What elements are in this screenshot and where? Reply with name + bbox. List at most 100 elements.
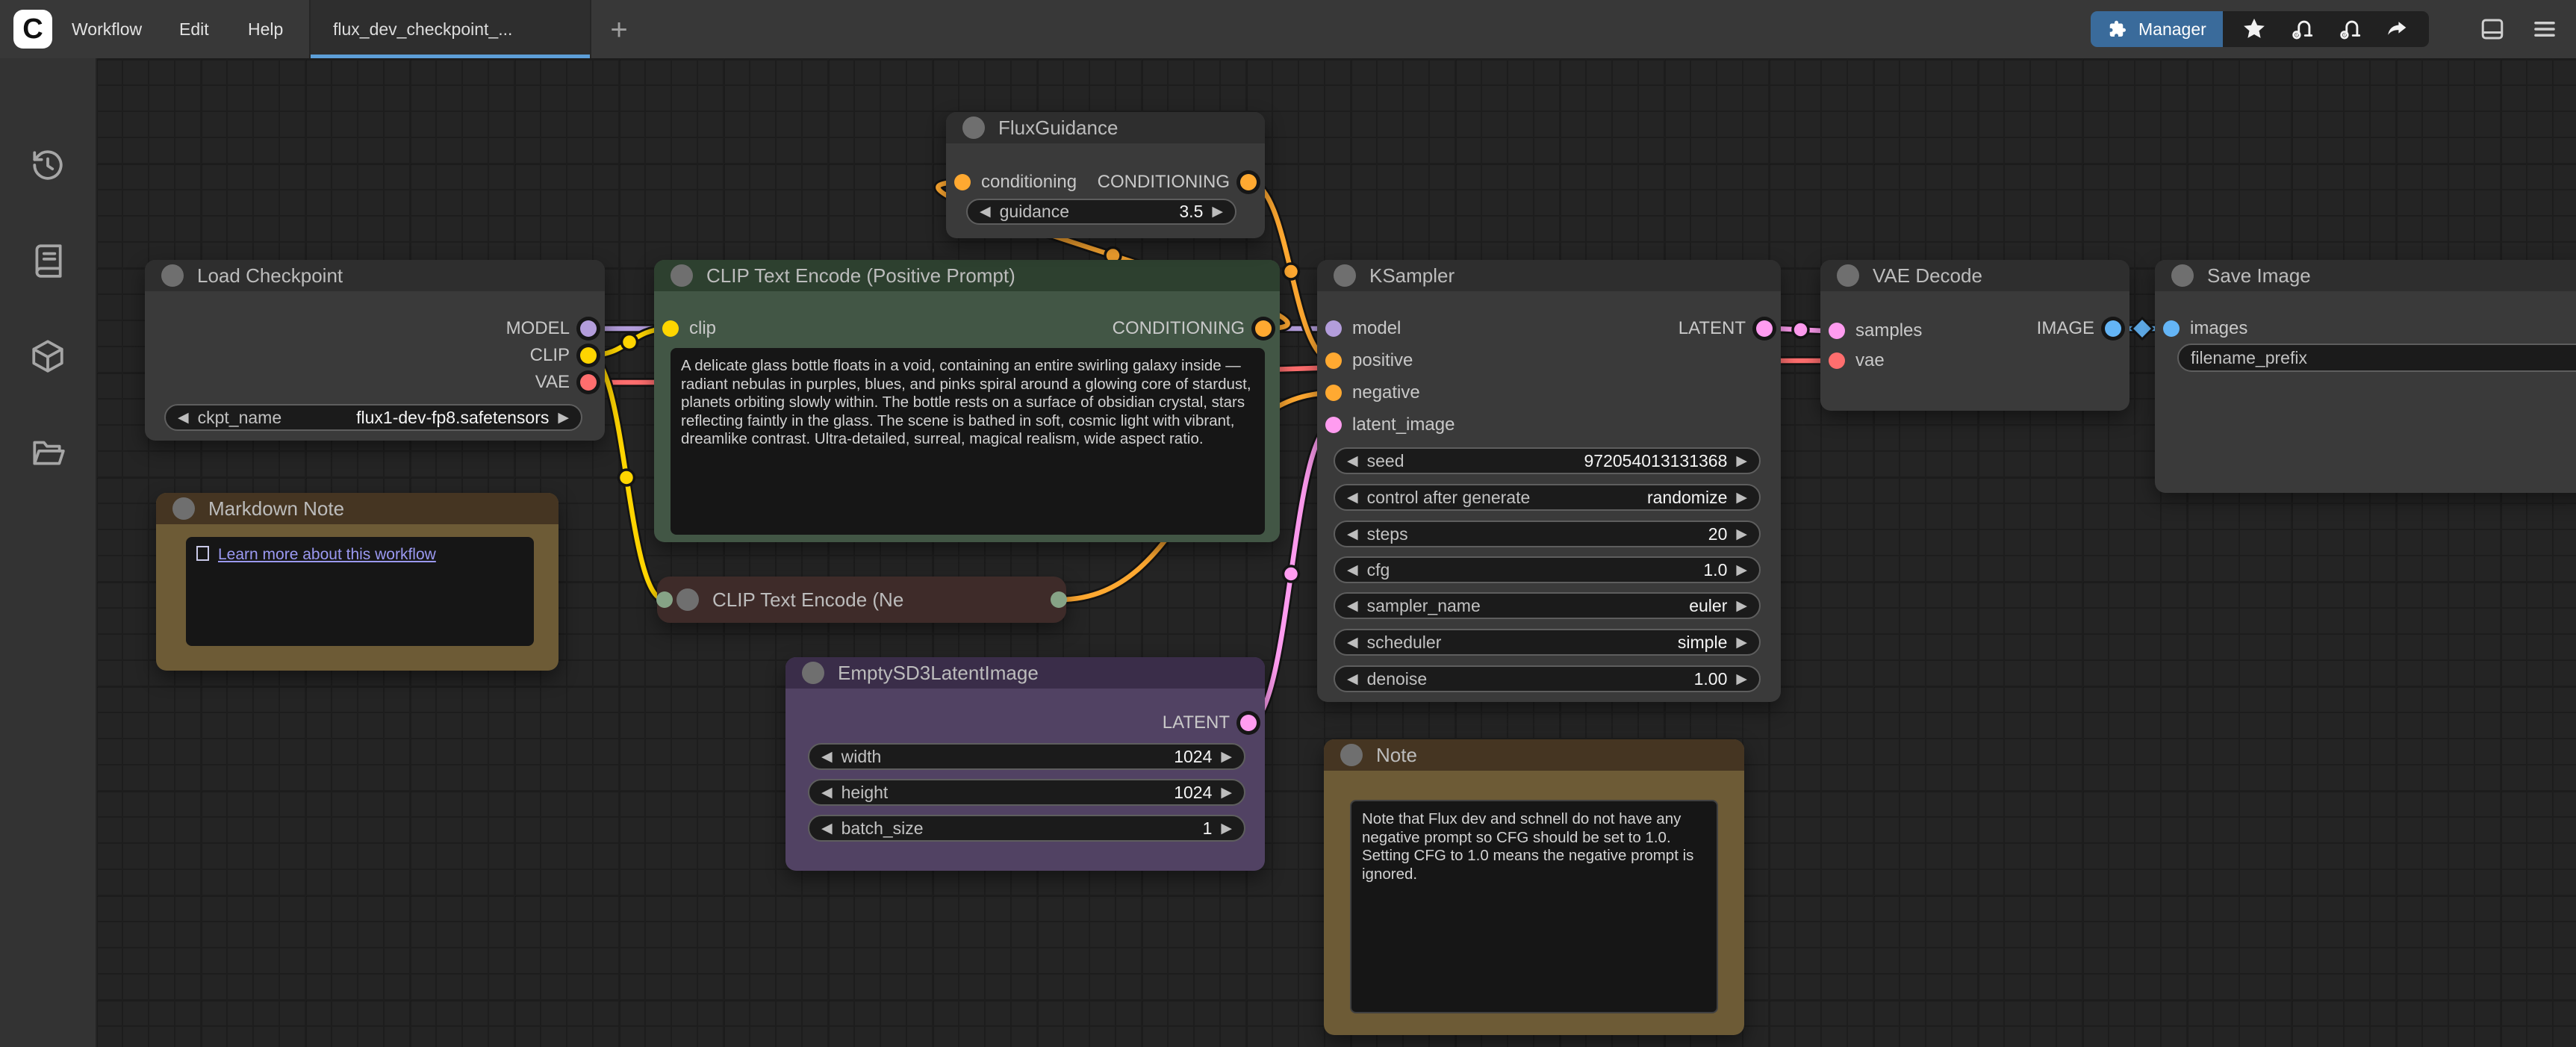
- history-icon[interactable]: [29, 146, 66, 184]
- link-midpoint-dot[interactable]: [1284, 566, 1299, 582]
- widget-decrement-arrow[interactable]: ◀: [821, 821, 833, 836]
- widget-steps[interactable]: ◀steps20▶: [1334, 521, 1761, 547]
- node-clip-text-encode-negative[interactable]: CLIP Text Encode (Ne: [657, 577, 1066, 623]
- node-save-image[interactable]: Save Image imagesfilename_prefix: [2155, 260, 2576, 493]
- widget-increment-arrow[interactable]: ▶: [1736, 563, 1747, 577]
- widget-scheduler[interactable]: ◀schedulersimple▶: [1334, 629, 1761, 656]
- collapsed-output-dot[interactable]: [1051, 591, 1067, 608]
- output-dot-image[interactable]: [2105, 320, 2121, 337]
- vacuum-icon[interactable]: [2326, 11, 2374, 47]
- workflow-help-link[interactable]: Learn more about this workflow: [218, 546, 436, 563]
- menu-help[interactable]: Help: [248, 0, 283, 58]
- input-slot-model[interactable]: model: [1325, 315, 1401, 342]
- workflow-tab[interactable]: flux_dev_checkpoint_...: [309, 0, 591, 58]
- node-clip-text-encode-positive[interactable]: CLIP Text Encode (Positive Prompt) clip CO…: [654, 260, 1280, 542]
- input-slot-positive[interactable]: positive: [1325, 347, 1413, 374]
- widget-increment-arrow[interactable]: ▶: [1221, 821, 1232, 836]
- star-icon[interactable]: [2230, 11, 2278, 47]
- node-markdown-note[interactable]: Markdown Note Learn more about this workf…: [156, 493, 559, 671]
- input-slot-conditioning[interactable]: conditioning: [954, 169, 1077, 196]
- vacuum-icon[interactable]: [2278, 11, 2326, 47]
- widget-height[interactable]: ◀height1024▶: [808, 779, 1245, 806]
- widget-decrement-arrow[interactable]: ◀: [1347, 527, 1358, 541]
- widget-increment-arrow[interactable]: ▶: [1736, 491, 1747, 505]
- widget-increment-arrow[interactable]: ▶: [1736, 599, 1747, 613]
- menu-edit[interactable]: Edit: [179, 0, 209, 58]
- input-dot-vae[interactable]: [1829, 352, 1845, 369]
- output-dot-conditioning[interactable]: [1240, 174, 1257, 190]
- widget-decrement-arrow[interactable]: ◀: [1347, 454, 1358, 468]
- output-slot-conditioning[interactable]: CONDITIONING: [1113, 315, 1272, 342]
- output-slot-latent[interactable]: LATENT: [1163, 709, 1257, 736]
- node-header[interactable]: Markdown Note: [156, 493, 559, 524]
- input-dot-conditioning[interactable]: [1325, 385, 1342, 401]
- comfyui-logo-icon[interactable]: C: [13, 10, 52, 49]
- output-slot-model[interactable]: MODEL: [506, 315, 597, 342]
- widget-increment-arrow[interactable]: ▶: [1736, 636, 1747, 650]
- widget-increment-arrow[interactable]: ▶: [1221, 750, 1232, 764]
- output-dot-conditioning[interactable]: [1255, 320, 1272, 337]
- node-header[interactable]: KSampler: [1317, 260, 1781, 291]
- link-midpoint-dot[interactable]: [1284, 264, 1299, 279]
- widget-decrement-arrow[interactable]: ◀: [178, 411, 189, 425]
- widget-cfg[interactable]: ◀cfg1.0▶: [1334, 556, 1761, 583]
- manager-button[interactable]: Manager: [2091, 11, 2223, 47]
- widget-sampler_name[interactable]: ◀sampler_nameeuler▶: [1334, 592, 1761, 619]
- widget-guidance[interactable]: ◀guidance3.5▶: [966, 199, 1236, 225]
- node-header[interactable]: Note: [1324, 739, 1744, 771]
- widget-increment-arrow[interactable]: ▶: [1221, 786, 1232, 800]
- node-library-icon[interactable]: [29, 242, 66, 279]
- input-dot-clip[interactable]: [662, 320, 679, 337]
- widget-decrement-arrow[interactable]: ◀: [821, 786, 833, 800]
- widget-filename_prefix[interactable]: filename_prefix: [2177, 344, 2576, 372]
- bottom-panel-icon[interactable]: [2477, 15, 2507, 43]
- input-dot-conditioning[interactable]: [1325, 352, 1342, 369]
- output-slot-vae[interactable]: VAE: [535, 369, 597, 396]
- input-dot-latent[interactable]: [1829, 323, 1845, 339]
- input-slot-negative[interactable]: negative: [1325, 379, 1420, 406]
- widget-increment-arrow[interactable]: ▶: [558, 411, 569, 425]
- output-dot-clip[interactable]: [580, 347, 597, 364]
- input-slot-latent_image[interactable]: latent_image: [1325, 411, 1455, 438]
- widget-decrement-arrow[interactable]: ◀: [1347, 563, 1358, 577]
- input-slot-samples[interactable]: samples: [1829, 317, 1922, 344]
- output-slot-image[interactable]: IMAGE: [2037, 315, 2121, 342]
- output-slot-clip[interactable]: CLIP: [530, 342, 597, 369]
- collapsed-input-dot[interactable]: [656, 591, 673, 608]
- node-vae-decode[interactable]: VAE DecodesamplesvaeIMAGE: [1820, 260, 2129, 411]
- widget-ckpt_name[interactable]: ◀ckpt_nameflux1-dev-fp8.safetensors▶: [164, 404, 582, 431]
- input-slot-clip[interactable]: clip: [662, 315, 716, 342]
- node-load-checkpoint[interactable]: Load Checkpoint MODELCLIPVAE ◀ckpt_nameflu…: [145, 260, 605, 441]
- node-note[interactable]: Note Note that Flux dev and schnell do no…: [1324, 739, 1744, 1035]
- output-dot-vae[interactable]: [580, 374, 597, 391]
- text-area[interactable]: Note that Flux dev and schnell do not ha…: [1350, 800, 1718, 1013]
- widget-denoise[interactable]: ◀denoise1.00▶: [1334, 665, 1761, 692]
- input-dot-image[interactable]: [2163, 320, 2180, 337]
- node-header[interactable]: CLIP Text Encode (Positive Prompt): [654, 260, 1280, 291]
- output-slot-latent[interactable]: LATENT: [1679, 315, 1773, 342]
- widget-increment-arrow[interactable]: ▶: [1736, 527, 1747, 541]
- node-flux-guidance[interactable]: FluxGuidance conditioning CONDITIONING ◀gui…: [946, 112, 1265, 238]
- widget-decrement-arrow[interactable]: ◀: [1347, 672, 1358, 686]
- widget-decrement-arrow[interactable]: ◀: [1347, 599, 1358, 613]
- widget-increment-arrow[interactable]: ▶: [1736, 672, 1747, 686]
- menu-workflow[interactable]: Workflow: [72, 0, 142, 58]
- link-midpoint-dot[interactable]: [1793, 322, 1808, 338]
- new-workflow-tab-button[interactable]: +: [602, 13, 636, 47]
- input-slot-images[interactable]: images: [2163, 315, 2247, 342]
- output-dot-latent[interactable]: [1756, 320, 1773, 337]
- node-empty-sd3-latent-image[interactable]: EmptySD3LatentImageLATENT◀width1024▶◀hei…: [785, 657, 1265, 871]
- widget-decrement-arrow[interactable]: ◀: [1347, 636, 1358, 650]
- node-header[interactable]: VAE Decode: [1820, 260, 2129, 291]
- input-dot-conditioning[interactable]: [954, 174, 971, 190]
- reroute-diamond[interactable]: [2132, 318, 2153, 339]
- widget-width[interactable]: ◀width1024▶: [808, 743, 1245, 770]
- node-header[interactable]: Load Checkpoint: [145, 260, 605, 291]
- node-header[interactable]: Save Image: [2155, 260, 2576, 291]
- node-header[interactable]: FluxGuidance: [946, 112, 1265, 143]
- output-slot-conditioning[interactable]: CONDITIONING: [1098, 169, 1257, 196]
- widget-increment-arrow[interactable]: ▶: [1212, 205, 1223, 219]
- workflows-folder-icon[interactable]: [29, 434, 66, 471]
- output-dot-model[interactable]: [580, 320, 597, 337]
- widget-decrement-arrow[interactable]: ◀: [980, 205, 991, 219]
